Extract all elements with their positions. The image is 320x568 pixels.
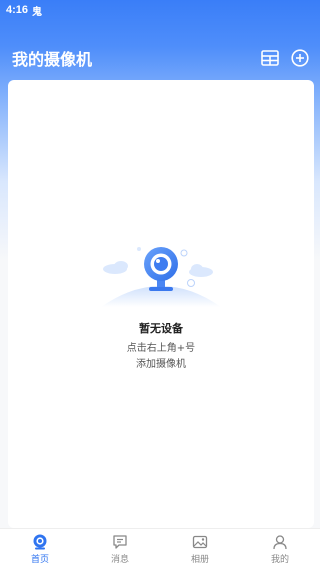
page-title: 我的摄像机 <box>12 50 93 69</box>
empty-state-title: 暂无设备 <box>139 322 183 335</box>
grid-layout-button[interactable] <box>260 48 280 68</box>
tab-album-label: 相册 <box>190 554 209 565</box>
grid-layout-icon <box>261 50 279 66</box>
status-bar: 4:16 鬼 <box>0 0 320 20</box>
app-header: 我的摄像机 <box>0 40 320 76</box>
empty-state-hint: 点击右上角+号 添加摄像机 <box>127 341 195 373</box>
tab-home-label: 首页 <box>30 554 49 565</box>
tab-messages[interactable]: 消息 <box>80 533 160 565</box>
album-icon <box>191 533 209 551</box>
tab-profile[interactable]: 我的 <box>240 533 320 565</box>
add-circle-icon <box>291 49 309 67</box>
empty-state-hint-line1: 点击右上角+号 <box>126 343 196 354</box>
status-time: 4:16 <box>6 4 29 16</box>
tab-profile-label: 我的 <box>270 554 289 565</box>
status-notification-icon: 鬼 <box>32 6 43 18</box>
header-actions <box>260 48 310 68</box>
empty-state: 暂无设备 点击右上角+号 添加摄像机 <box>8 235 314 373</box>
bottom-tab-bar: 首页 消息 相册 我的 <box>0 528 320 568</box>
tab-messages-label: 消息 <box>110 554 129 565</box>
add-camera-button[interactable] <box>290 48 310 68</box>
device-list-card: 暂无设备 点击右上角+号 添加摄像机 <box>8 80 314 528</box>
empty-camera-illustration <box>101 247 221 307</box>
home-camera-icon <box>31 533 49 551</box>
tab-album[interactable]: 相册 <box>160 533 240 565</box>
message-icon <box>111 533 129 551</box>
tab-home[interactable]: 首页 <box>0 533 80 565</box>
empty-state-hint-line2: 添加摄像机 <box>135 359 186 370</box>
profile-icon <box>271 533 289 551</box>
